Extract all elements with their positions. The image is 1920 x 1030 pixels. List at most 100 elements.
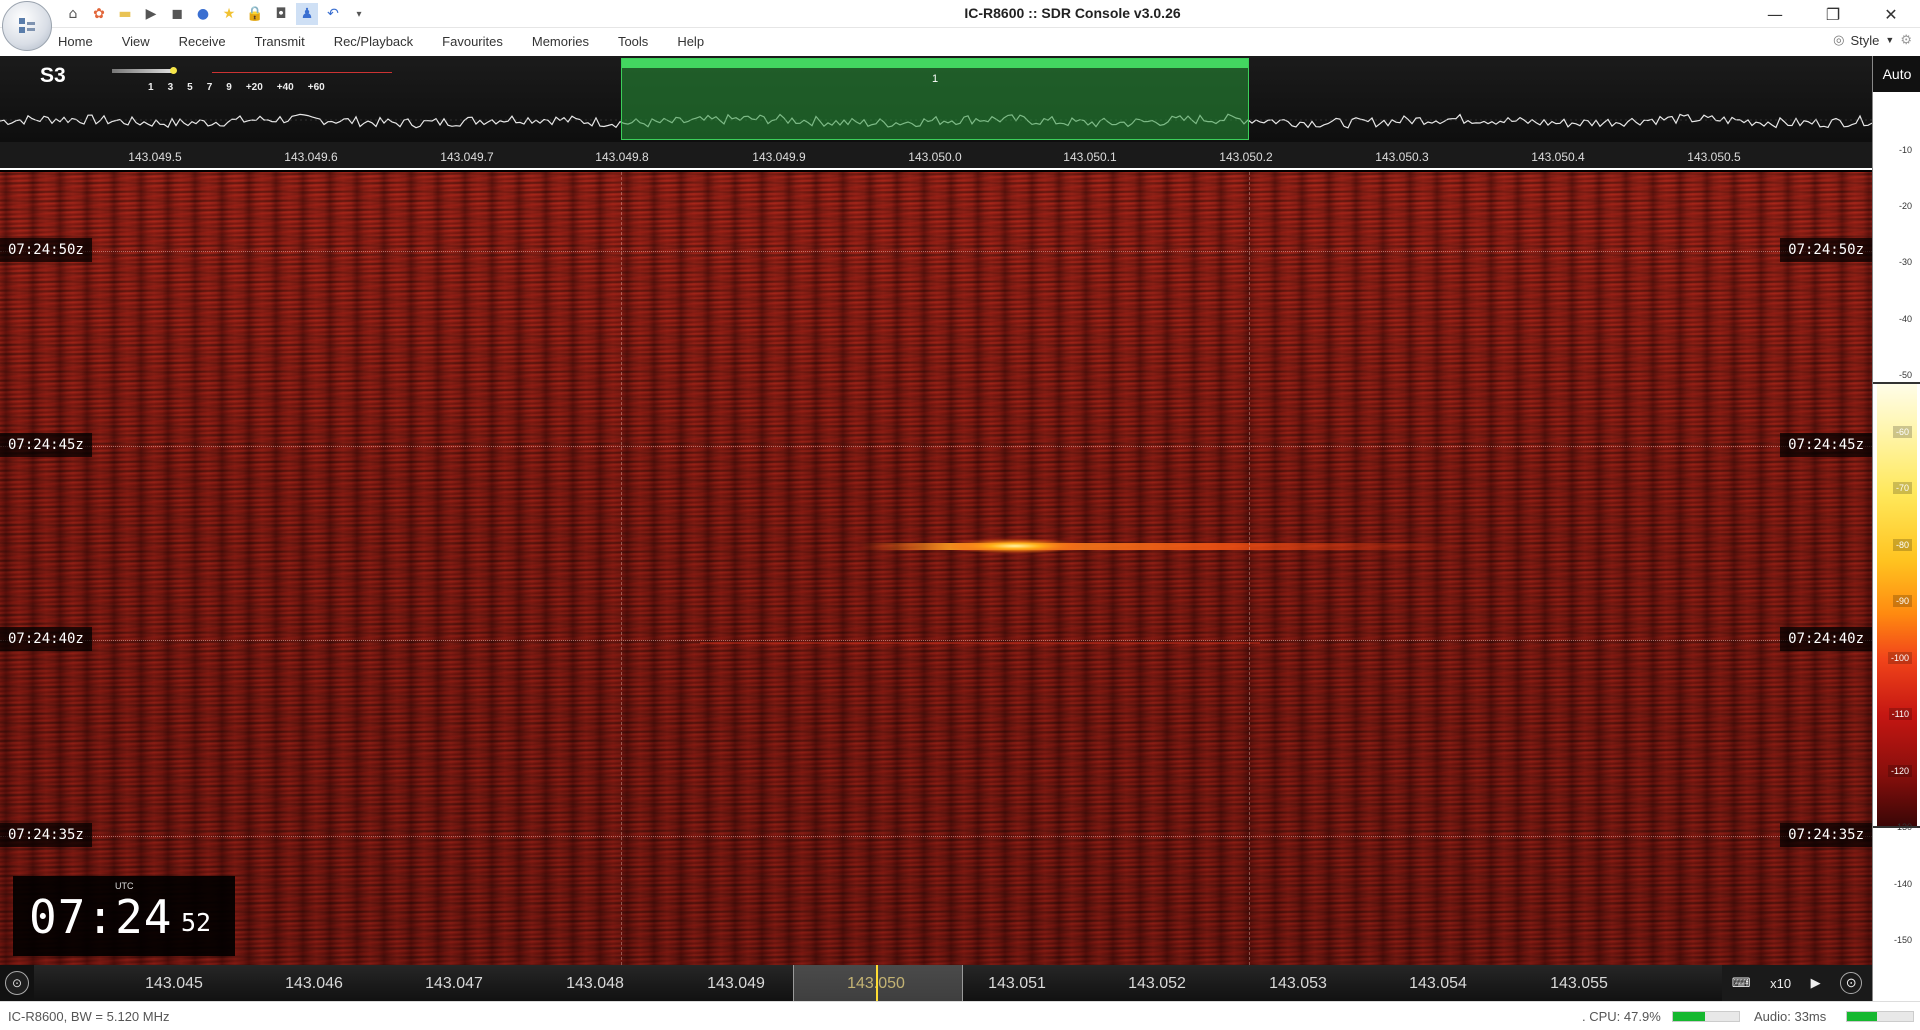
db-tick-label: -60 [1892, 426, 1912, 438]
db-tick-label: -40 [1898, 314, 1912, 324]
restore-icon[interactable]: ❐ [1804, 0, 1862, 28]
scroll-right-icon[interactable]: ⊙ [1840, 972, 1863, 994]
zoom-controls: ⌨ x10 ▶ ⊙ [1722, 965, 1872, 1001]
gridline [0, 836, 1872, 837]
cpu-meter [1672, 1011, 1740, 1022]
style-menu[interactable]: ◎ Style ▼ ⚙ [1833, 32, 1912, 48]
freq-tick-label: 143.049.8 [595, 150, 649, 164]
frequency-navigation-bar: ⊙ 143.045 143.046 143.047 143.048 143.04… [0, 965, 1872, 1001]
ruler-label: 143.047 [425, 975, 483, 992]
chevron-down-icon: ▼ [1885, 35, 1895, 45]
s-scale-label: 3 [167, 82, 174, 93]
time-label-left: 07:24:40z [0, 627, 92, 651]
freq-tick-label: 143.050.3 [1375, 150, 1429, 164]
signal-trace [700, 538, 1460, 644]
db-tick-label: -140 [1893, 879, 1912, 889]
menu-rec-playback[interactable]: Rec/Playback [334, 34, 413, 49]
s-scale-label: 9 [226, 82, 232, 93]
db-tick-label: -30 [1898, 257, 1912, 267]
db-tick-label: -20 [1898, 201, 1912, 211]
auto-level-button[interactable]: Auto [1873, 56, 1920, 92]
s-scale-label: 1 [148, 82, 154, 93]
time-label-right: 07:24:35z [1780, 823, 1872, 847]
upper-level-handle[interactable] [1873, 382, 1920, 384]
time-label-left: 07:24:50z [0, 238, 92, 262]
s-scale-label: +40 [276, 82, 294, 93]
s-scale-label: +60 [307, 82, 325, 93]
window-title: IC-R8600 :: SDR Console v3.0.26 [964, 5, 1181, 21]
palette-icon: ◎ [1833, 32, 1845, 47]
play-right-icon[interactable]: ▶ [1811, 975, 1821, 991]
visible-span-window[interactable] [793, 965, 963, 1001]
close-icon[interactable]: ✕ [1862, 0, 1920, 28]
gridline [0, 251, 1872, 252]
menu-memories[interactable]: Memories [532, 34, 589, 49]
time-label-left: 07:24:35z [0, 823, 92, 847]
ruler-label: 143.053 [1269, 975, 1327, 992]
status-bar: IC-R8600, BW = 5.120 MHz . CPU: 47.9% Au… [0, 1001, 1920, 1030]
db-tick-label: -150 [1893, 935, 1912, 945]
s-meter-scale: 1 3 5 7 9 +20 +40 +60 [112, 82, 339, 93]
ruler-label: 143.055 [1550, 975, 1608, 992]
device-status: IC-R8600, BW = 5.120 MHz [8, 1009, 170, 1024]
sdr-console-window: ⌂ ✿ ▬ ▶ ◼ ● ★ 🔒 ◘ ♟ ↶ ▾ IC-R8600 :: SDR … [0, 0, 1920, 1030]
menu-home[interactable]: Home [58, 34, 93, 49]
gridline [0, 640, 1872, 641]
menu-tools[interactable]: Tools [618, 34, 648, 49]
cpu-status: . CPU: 47.9% [1582, 1009, 1661, 1024]
ruler-label: 143.046 [285, 975, 343, 992]
freq-tick-label: 143.050.0 [908, 150, 962, 164]
menu-transmit[interactable]: Transmit [255, 34, 305, 49]
freq-tick-label: 143.050.4 [1531, 150, 1585, 164]
zoom-level[interactable]: x10 [1770, 976, 1791, 991]
receive-filter-passband[interactable]: 1 [621, 58, 1249, 140]
freq-tick-label: 143.050.5 [1687, 150, 1741, 164]
db-tick-label: -130 [1893, 822, 1912, 832]
minimize-icon[interactable]: — [1746, 0, 1804, 28]
db-tick-label: -70 [1892, 482, 1912, 494]
gridline [1249, 172, 1250, 965]
spectrum-frequency-axis[interactable]: 143.049.5 143.049.6 143.049.7 143.049.8 … [0, 142, 1872, 170]
application-menu-button[interactable] [2, 1, 52, 51]
menu-favourites[interactable]: Favourites [442, 34, 503, 49]
db-colour-scale[interactable]: Auto -10 -20 -30 -40 -50 -60 -70 -80 -90… [1872, 56, 1920, 1001]
freq-tick-label: 143.050.2 [1219, 150, 1273, 164]
gridline [0, 446, 1872, 447]
db-tick-label: -120 [1887, 765, 1912, 777]
db-tick-label: -10 [1898, 145, 1912, 155]
freq-tick-label: 143.049.5 [128, 150, 182, 164]
spectrum-display[interactable]: 1 S3 1 3 5 7 9 +20 +40 +60 [0, 56, 1872, 142]
filter-number: 1 [931, 73, 939, 85]
window-controls: — ❐ ✕ [1746, 0, 1920, 28]
ruler-label: 143.051 [988, 975, 1046, 992]
ruler-label: 143.054 [1409, 975, 1467, 992]
db-tick-label: -110 [1888, 708, 1912, 720]
audio-status: Audio: 33ms [1754, 1009, 1827, 1024]
ruler-label: 143.045 [145, 975, 203, 992]
clock-hours-minutes: 07:24 [29, 890, 173, 944]
s-meter-reading: S3 [40, 64, 66, 87]
ruler-label: 143.052 [1128, 975, 1186, 992]
gridline [621, 172, 622, 965]
ruler-label: 143.049 [707, 975, 765, 992]
freq-tick-label: 143.049.7 [440, 150, 494, 164]
utc-clock: UTC 07:24 52 [13, 876, 235, 956]
s-scale-label: +20 [245, 82, 263, 93]
menu-view[interactable]: View [122, 34, 150, 49]
ruler-label: 143.048 [566, 975, 624, 992]
keyboard-icon[interactable]: ⌨ [1732, 975, 1751, 991]
clock-seconds: 52 [181, 908, 212, 937]
db-tick-label: -80 [1892, 539, 1912, 551]
freq-tick-label: 143.049.6 [284, 150, 338, 164]
time-label-left: 07:24:45z [0, 433, 92, 457]
settings-icon[interactable]: ⚙ [1900, 32, 1912, 48]
title-bar: ⌂ ✿ ▬ ▶ ◼ ● ★ 🔒 ◘ ♟ ↶ ▾ IC-R8600 :: SDR … [0, 0, 1920, 51]
menu-receive[interactable]: Receive [179, 34, 226, 49]
scroll-left-icon[interactable]: ⊙ [5, 971, 29, 995]
waterfall-display[interactable]: 07:24:50z 07:24:50z 07:24:45z 07:24:45z … [0, 172, 1872, 965]
filter-drag-handle[interactable] [622, 59, 1248, 68]
app-logo-icon [19, 18, 35, 33]
time-label-right: 07:24:50z [1780, 238, 1872, 262]
freq-tick-label: 143.050.1 [1063, 150, 1117, 164]
menu-help[interactable]: Help [677, 34, 704, 49]
